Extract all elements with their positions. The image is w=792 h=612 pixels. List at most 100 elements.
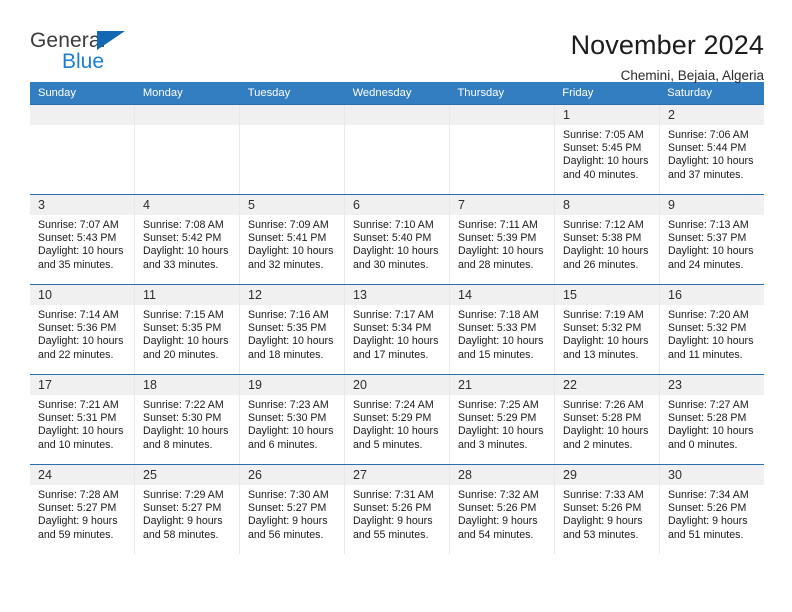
day-details: Sunrise: 7:11 AM Sunset: 5:39 PM Daylight:…	[450, 215, 554, 272]
daylight-text-line1: Daylight: 10 hours	[143, 425, 229, 438]
day-cell-20[interactable]: 20 Sunrise: 7:24 AM Sunset: 5:29 PM Dayligh…	[344, 375, 449, 464]
day-number: 7	[458, 198, 465, 212]
day-number-band: 3	[30, 195, 134, 215]
day-number-band: 28	[450, 465, 554, 485]
sunrise-text: Sunrise: 7:05 AM	[563, 129, 644, 141]
day-number-band: 12	[240, 285, 344, 305]
day-number-band: 17	[30, 375, 134, 395]
day-cell-15[interactable]: 15 Sunrise: 7:19 AM Sunset: 5:32 PM Dayligh…	[554, 285, 659, 374]
day-number-band: 1	[555, 105, 659, 125]
day-number: 8	[563, 198, 570, 212]
day-number-band: 8	[555, 195, 659, 215]
daylight-text-line2: and 8 minutes.	[143, 438, 213, 451]
daylight-text-line2: and 10 minutes.	[38, 438, 114, 451]
day-cell-27[interactable]: 27 Sunrise: 7:31 AM Sunset: 5:26 PM Dayligh…	[344, 465, 449, 554]
weekday-header-sunday: Sunday	[38, 87, 76, 99]
day-details: Sunrise: 7:08 AM Sunset: 5:42 PM Daylight:…	[135, 215, 239, 272]
day-cell-21[interactable]: 21 Sunrise: 7:25 AM Sunset: 5:29 PM Dayligh…	[449, 375, 554, 464]
day-cell-3[interactable]: 3 Sunrise: 7:07 AM Sunset: 5:43 PM Daylight…	[30, 195, 134, 284]
day-cell-30[interactable]: 30 Sunrise: 7:34 AM Sunset: 5:26 PM Dayligh…	[659, 465, 764, 554]
day-details: Sunrise: 7:32 AM Sunset: 5:26 PM Daylight:…	[450, 485, 554, 542]
day-cell-10[interactable]: 10 Sunrise: 7:14 AM Sunset: 5:36 PM Dayligh…	[30, 285, 134, 374]
sunset-text: Sunset: 5:41 PM	[248, 232, 327, 245]
day-number: 14	[458, 288, 472, 302]
calendar-weeks: 1 Sunrise: 7:05 AM Sunset: 5:45 PM Daylight…	[30, 104, 764, 554]
day-details	[240, 125, 344, 129]
day-cell-11[interactable]: 11 Sunrise: 7:15 AM Sunset: 5:35 PM Dayligh…	[134, 285, 239, 374]
sunrise-text: Sunrise: 7:32 AM	[458, 489, 539, 501]
day-cell-26[interactable]: 26 Sunrise: 7:30 AM Sunset: 5:27 PM Dayligh…	[239, 465, 344, 554]
day-cell-28[interactable]: 28 Sunrise: 7:32 AM Sunset: 5:26 PM Dayligh…	[449, 465, 554, 554]
day-number: 29	[563, 468, 577, 482]
sunrise-text: Sunrise: 7:24 AM	[353, 399, 434, 411]
daylight-text-line1: Daylight: 10 hours	[353, 335, 439, 348]
day-cell-17[interactable]: 17 Sunrise: 7:21 AM Sunset: 5:31 PM Dayligh…	[30, 375, 134, 464]
daylight-text-line2: and 53 minutes.	[563, 528, 639, 541]
day-cell-5[interactable]: 5 Sunrise: 7:09 AM Sunset: 5:41 PM Daylight…	[239, 195, 344, 284]
day-cell-24[interactable]: 24 Sunrise: 7:28 AM Sunset: 5:27 PM Dayligh…	[30, 465, 134, 554]
sunrise-text: Sunrise: 7:15 AM	[143, 309, 224, 321]
day-cell-6[interactable]: 6 Sunrise: 7:10 AM Sunset: 5:40 PM Daylight…	[344, 195, 449, 284]
day-number: 2	[668, 108, 675, 122]
day-cell-13[interactable]: 13 Sunrise: 7:17 AM Sunset: 5:34 PM Dayligh…	[344, 285, 449, 374]
sunrise-text: Sunrise: 7:26 AM	[563, 399, 644, 411]
day-details: Sunrise: 7:05 AM Sunset: 5:45 PM Daylight:…	[555, 125, 659, 182]
day-number: 5	[248, 198, 255, 212]
sunset-text: Sunset: 5:26 PM	[353, 502, 432, 515]
sunrise-text: Sunrise: 7:16 AM	[248, 309, 329, 321]
day-cell-9[interactable]: 9 Sunrise: 7:13 AM Sunset: 5:37 PM Daylight…	[659, 195, 764, 284]
weekday-header-tuesday: Tuesday	[247, 87, 291, 99]
daylight-text-line2: and 58 minutes.	[143, 528, 219, 541]
day-cell-19[interactable]: 19 Sunrise: 7:23 AM Sunset: 5:30 PM Dayligh…	[239, 375, 344, 464]
daylight-text-line1: Daylight: 9 hours	[38, 515, 118, 528]
sunset-text: Sunset: 5:43 PM	[38, 232, 117, 245]
sunrise-text: Sunrise: 7:34 AM	[668, 489, 749, 501]
day-details: Sunrise: 7:21 AM Sunset: 5:31 PM Daylight:…	[30, 395, 134, 452]
day-number-band	[240, 105, 344, 125]
sunset-text: Sunset: 5:40 PM	[353, 232, 432, 245]
daylight-text-line1: Daylight: 10 hours	[668, 425, 754, 438]
day-number-band: 29	[555, 465, 659, 485]
weekday-header-row: Sunday Monday Tuesday Wednesday Thursday Frid…	[30, 82, 764, 104]
daylight-text-line2: and 18 minutes.	[248, 348, 324, 361]
daylight-text-line2: and 22 minutes.	[38, 348, 114, 361]
daylight-text-line2: and 15 minutes.	[458, 348, 534, 361]
day-cell-25[interactable]: 25 Sunrise: 7:29 AM Sunset: 5:27 PM Dayligh…	[134, 465, 239, 554]
sunset-text: Sunset: 5:27 PM	[248, 502, 327, 515]
day-cell-12[interactable]: 12 Sunrise: 7:16 AM Sunset: 5:35 PM Dayligh…	[239, 285, 344, 374]
daylight-text-line1: Daylight: 10 hours	[248, 245, 334, 258]
day-cell-1[interactable]: 1 Sunrise: 7:05 AM Sunset: 5:45 PM Daylight…	[554, 105, 659, 194]
day-cell-2[interactable]: 2 Sunrise: 7:06 AM Sunset: 5:44 PM Daylight…	[659, 105, 764, 194]
day-number-band: 21	[450, 375, 554, 395]
day-number: 21	[458, 378, 472, 392]
day-details: Sunrise: 7:24 AM Sunset: 5:29 PM Daylight:…	[345, 395, 449, 452]
day-cell-7[interactable]: 7 Sunrise: 7:11 AM Sunset: 5:39 PM Daylight…	[449, 195, 554, 284]
daylight-text-line1: Daylight: 10 hours	[248, 425, 334, 438]
daylight-text-line1: Daylight: 10 hours	[563, 155, 649, 168]
day-number-band	[30, 105, 134, 125]
daylight-text-line2: and 51 minutes.	[668, 528, 744, 541]
day-cell-29[interactable]: 29 Sunrise: 7:33 AM Sunset: 5:26 PM Dayligh…	[554, 465, 659, 554]
day-cell-4[interactable]: 4 Sunrise: 7:08 AM Sunset: 5:42 PM Daylight…	[134, 195, 239, 284]
sunrise-text: Sunrise: 7:17 AM	[353, 309, 434, 321]
day-number-band	[135, 105, 239, 125]
day-cell-14[interactable]: 14 Sunrise: 7:18 AM Sunset: 5:33 PM Dayligh…	[449, 285, 554, 374]
day-cell-8[interactable]: 8 Sunrise: 7:12 AM Sunset: 5:38 PM Daylight…	[554, 195, 659, 284]
daylight-text-line1: Daylight: 10 hours	[38, 245, 124, 258]
day-number-band	[450, 105, 554, 125]
day-number: 30	[668, 468, 682, 482]
calendar-week-row: 1 Sunrise: 7:05 AM Sunset: 5:45 PM Daylight…	[30, 104, 764, 194]
day-number: 22	[563, 378, 577, 392]
day-details	[135, 125, 239, 129]
day-cell-18[interactable]: 18 Sunrise: 7:22 AM Sunset: 5:30 PM Dayligh…	[134, 375, 239, 464]
sunset-text: Sunset: 5:42 PM	[143, 232, 222, 245]
sunrise-text: Sunrise: 7:10 AM	[353, 219, 434, 231]
daylight-text-line1: Daylight: 10 hours	[248, 335, 334, 348]
day-cell-16[interactable]: 16 Sunrise: 7:20 AM Sunset: 5:32 PM Dayligh…	[659, 285, 764, 374]
day-number: 26	[248, 468, 262, 482]
day-cell-23[interactable]: 23 Sunrise: 7:27 AM Sunset: 5:28 PM Dayligh…	[659, 375, 764, 464]
day-cell-22[interactable]: 22 Sunrise: 7:26 AM Sunset: 5:28 PM Dayligh…	[554, 375, 659, 464]
page-header: General Blue November 2024 Chemini, Beja…	[0, 0, 792, 83]
sunrise-text: Sunrise: 7:28 AM	[38, 489, 119, 501]
daylight-text-line1: Daylight: 9 hours	[458, 515, 538, 528]
